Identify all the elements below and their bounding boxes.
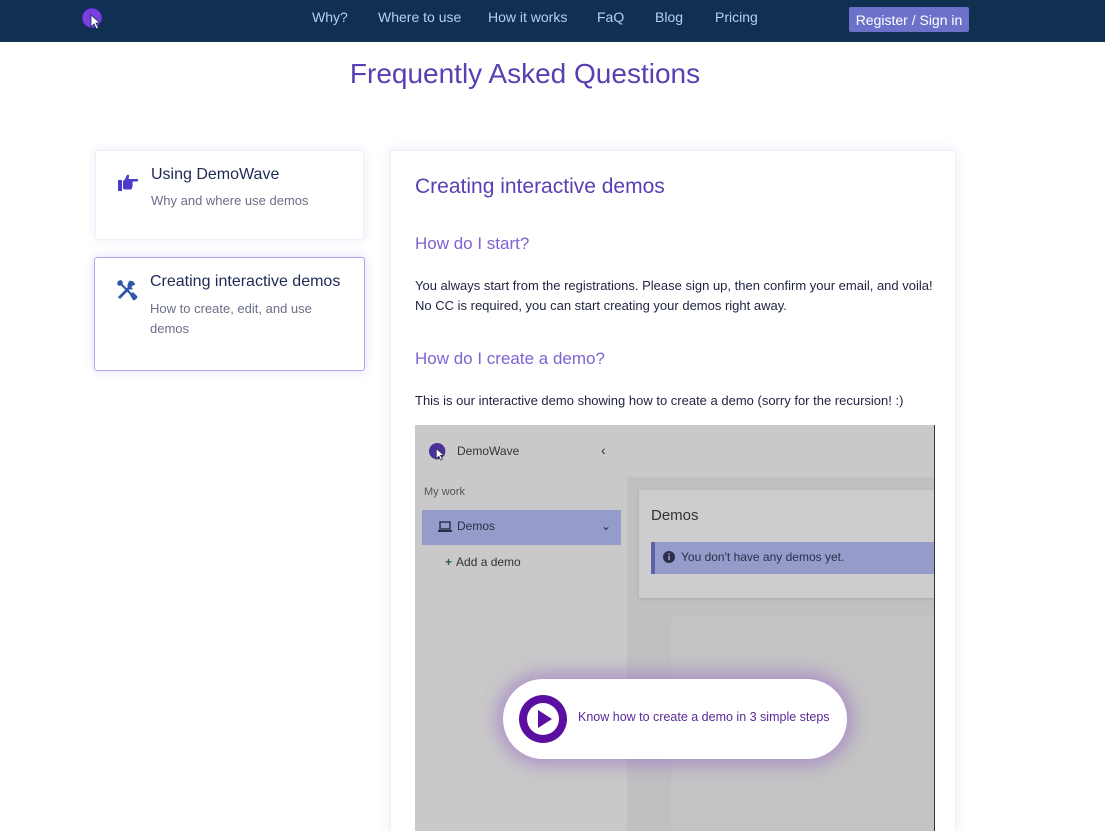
pointing-hand-icon bbox=[118, 174, 139, 191]
faq-answer: You always start from the registrations.… bbox=[415, 278, 933, 313]
faq-question: How do I create a demo? bbox=[415, 349, 605, 368]
demo-card-title: Demos bbox=[651, 507, 699, 524]
demo-brand-name: DemoWave bbox=[457, 444, 520, 458]
nav-link-how-it-works[interactable]: How it works bbox=[488, 9, 567, 25]
nav-link-why[interactable]: Why? bbox=[312, 9, 348, 25]
tools-icon bbox=[117, 280, 138, 301]
demo-add-button[interactable]: + Add a demo bbox=[445, 555, 521, 569]
card-title: Using DemoWave bbox=[151, 166, 280, 183]
chevron-down-icon: ⌄ bbox=[601, 519, 612, 533]
demo-topbar bbox=[627, 425, 934, 477]
card-description: Why and where use demos bbox=[151, 193, 309, 208]
faq-category-card-creating-demos[interactable]: Creating interactive demos How to create… bbox=[94, 257, 365, 371]
faq-question: How do I start? bbox=[415, 234, 530, 253]
nav-link-faq[interactable]: FaQ bbox=[597, 9, 624, 25]
demo-section-label: My work bbox=[424, 486, 465, 498]
start-demo-label: Know how to create a demo in 3 simple st… bbox=[578, 710, 830, 724]
demo-demos-card: Demos You don't have any demos yet. bbox=[639, 490, 934, 598]
demo-nav-label: Demos bbox=[457, 519, 496, 533]
chevron-left-icon[interactable]: ‹ bbox=[601, 442, 606, 458]
section-title: Creating interactive demos bbox=[415, 175, 665, 198]
faq-category-card-using-demowave[interactable]: Using DemoWave Why and where use demos bbox=[95, 150, 364, 240]
demo-sidebar: DemoWave ‹ My work Demos ⌄ + Add a demo bbox=[415, 425, 627, 831]
top-navbar: Why? Where to use How it works FaQ Blog … bbox=[0, 0, 1105, 42]
demo-content-area: Demos You don't have any demos yet. bbox=[627, 477, 934, 831]
card-title: Creating interactive demos bbox=[150, 273, 341, 290]
demo-empty-alert: You don't have any demos yet. bbox=[651, 542, 934, 574]
embedded-interactive-demo[interactable]: DemoWave ‹ My work Demos ⌄ + Add a demo D… bbox=[415, 425, 935, 831]
nav-link-pricing[interactable]: Pricing bbox=[715, 9, 758, 25]
demo-alert-text: You don't have any demos yet. bbox=[681, 550, 845, 564]
info-icon bbox=[663, 551, 675, 563]
demowave-logo-icon bbox=[429, 443, 446, 461]
faq-content-panel: Creating interactive demos How do I star… bbox=[390, 150, 956, 831]
card-description: How to create, edit, and use demos bbox=[150, 301, 312, 336]
demo-add-label: Add a demo bbox=[456, 555, 521, 569]
faq-answer: This is our interactive demo showing how… bbox=[415, 393, 904, 408]
demo-nav-item-demos[interactable]: Demos ⌄ bbox=[422, 510, 621, 545]
play-icon bbox=[519, 695, 567, 743]
laptop-icon bbox=[438, 521, 452, 532]
nav-link-blog[interactable]: Blog bbox=[655, 9, 683, 25]
page-title: Frequently Asked Questions bbox=[349, 58, 701, 89]
plus-icon: + bbox=[445, 555, 453, 569]
register-sign-in-button[interactable]: Register / Sign in bbox=[849, 7, 969, 32]
nav-link-where-to-use[interactable]: Where to use bbox=[378, 9, 461, 25]
start-demo-button[interactable]: Know how to create a demo in 3 simple st… bbox=[503, 679, 847, 759]
